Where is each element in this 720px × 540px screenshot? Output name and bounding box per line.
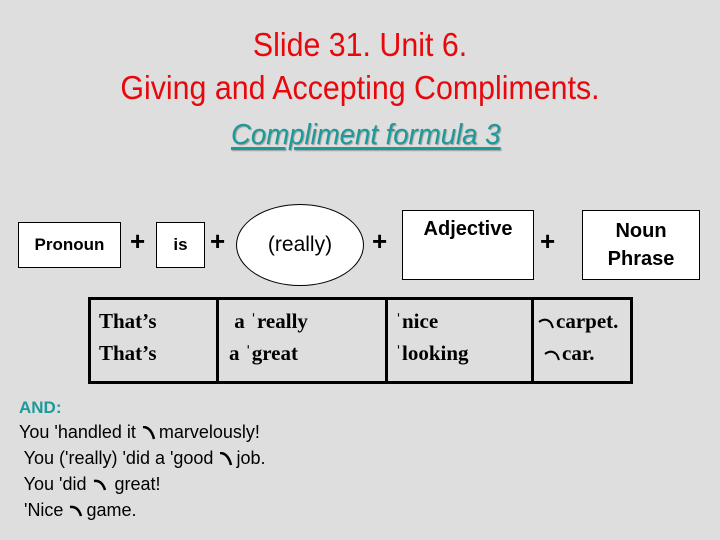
table-cell-text: carpet. xyxy=(556,309,619,333)
example-line: You 'did great! xyxy=(19,471,265,497)
noun-column: carpet. car. xyxy=(534,300,630,381)
pronoun-box: Pronoun xyxy=(18,222,121,268)
really-column: a ˈreally a ˈgreat xyxy=(219,300,388,381)
table-cell: carpet. xyxy=(538,305,630,337)
falling-tone-icon xyxy=(538,318,554,329)
pronoun-column: That’s That’s xyxy=(91,300,219,381)
example-text: marvelously! xyxy=(158,422,260,442)
example-text: job. xyxy=(236,448,266,468)
plus-sign: + xyxy=(540,226,556,256)
falling-tone-icon xyxy=(93,479,106,491)
noun-phrase-box: Noun Phrase xyxy=(582,210,700,280)
table-cell: ˈnice xyxy=(395,309,439,333)
adjective-column: ˈnice ˈlooking xyxy=(388,300,534,381)
slide-title-line1: Slide 31. Unit 6. xyxy=(252,26,468,63)
slide-title-line2: Giving and Accepting Compliments. xyxy=(120,69,600,106)
adjective-box: Adjective xyxy=(402,210,534,280)
falling-tone-icon xyxy=(70,505,83,517)
table-cell: That’s xyxy=(99,341,157,365)
example-text: You 'did xyxy=(19,474,92,494)
table-cell-text: car. xyxy=(562,341,595,365)
is-box: is xyxy=(156,222,205,268)
table-cell: car. xyxy=(538,337,630,369)
plus-sign: + xyxy=(372,226,388,256)
example-text: 'Nice xyxy=(19,500,69,520)
example-text: You 'handled it xyxy=(19,422,141,442)
table-cell: a ˈgreat xyxy=(229,341,298,365)
example-table: That’s That’s a ˈreally a ˈgreat ˈnice ˈ… xyxy=(88,297,633,384)
example-line: You ('really) 'did a 'good job. xyxy=(19,445,266,471)
plus-sign: + xyxy=(210,226,226,256)
example-text: game. xyxy=(86,500,137,520)
plus-sign: + xyxy=(130,226,146,256)
really-ellipse: (really) xyxy=(236,204,364,286)
table-cell: That’s xyxy=(99,309,157,333)
example-text: great! xyxy=(109,474,161,494)
example-line: You 'handled it marvelously! xyxy=(19,419,265,445)
table-cell: a ˈreally xyxy=(229,309,308,333)
falling-tone-icon xyxy=(220,452,233,466)
falling-tone-icon xyxy=(142,426,156,440)
examples-heading: AND: xyxy=(19,398,62,417)
noun-phrase-line2: Phrase xyxy=(607,248,675,270)
slide-subtitle: Compliment formula 3 xyxy=(231,119,501,151)
table-cell: ˈlooking xyxy=(395,341,469,365)
noun-phrase-line1: Noun xyxy=(615,220,667,242)
falling-tone-icon xyxy=(544,350,560,361)
example-text: You ('really) 'did a 'good xyxy=(19,448,219,468)
examples-block: AND: You 'handled it marvelously! You ('… xyxy=(19,397,265,523)
example-line: 'Nice game. xyxy=(19,497,265,523)
